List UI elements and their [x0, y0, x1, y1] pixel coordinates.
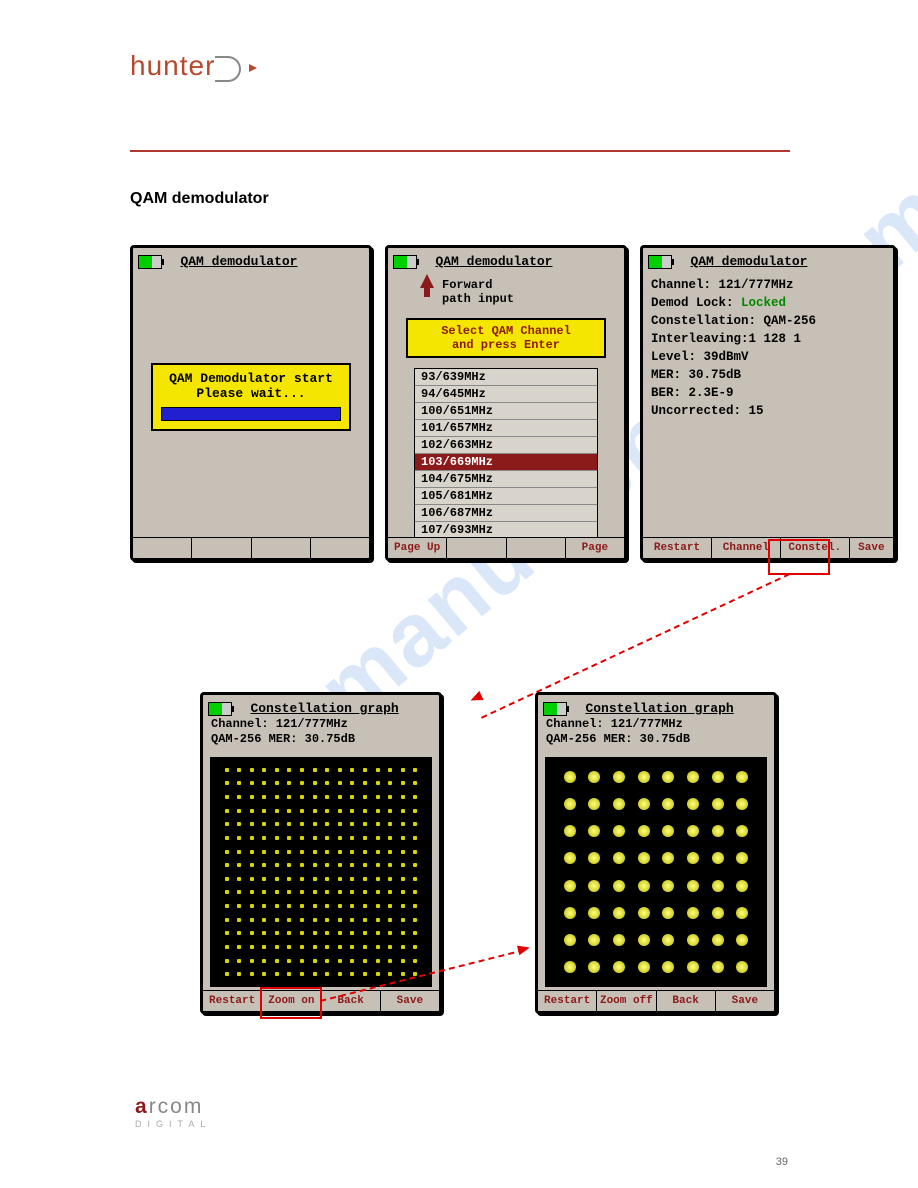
- channel-item[interactable]: 94/645MHz: [415, 386, 597, 403]
- softkey-save[interactable]: Save: [716, 991, 774, 1011]
- softkey3[interactable]: [252, 538, 311, 558]
- softkey1[interactable]: [133, 538, 192, 558]
- channel-item[interactable]: 105/681MHz: [415, 488, 597, 505]
- screen-title: Constellation graph: [250, 701, 398, 716]
- constellation-info: Channel: 121/777MHz QAM-256 MER: 30.75dB: [546, 717, 690, 747]
- constellation-grid-8: [545, 757, 767, 987]
- softkey2[interactable]: [447, 538, 506, 558]
- arrow-head-icon: [517, 943, 531, 956]
- screen-title: QAM demodulator: [180, 254, 297, 269]
- screen-channel-select: QAM demodulator Forward path input Selec…: [385, 245, 627, 561]
- stat-channel: Channel: 121/777MHz: [651, 276, 885, 294]
- wait-line1: QAM Demodulator start: [157, 371, 345, 386]
- stat-uncorrected: Uncorrected: 15: [651, 402, 885, 420]
- page-number: 39: [776, 1156, 788, 1168]
- channel-item[interactable]: 106/687MHz: [415, 505, 597, 522]
- battery-icon: [648, 255, 672, 269]
- hunter-logo: hunter: [130, 50, 251, 82]
- stat-mer: MER: 30.75dB: [651, 366, 885, 384]
- channel-item[interactable]: 102/663MHz: [415, 437, 597, 454]
- channel-item[interactable]: 93/639MHz: [415, 369, 597, 386]
- softkey-save[interactable]: Save: [850, 538, 893, 558]
- section-title: QAM demodulator: [130, 190, 269, 208]
- select-prompt: Select QAM Channel and press Enter: [406, 318, 606, 358]
- softkey-back[interactable]: Back: [657, 991, 716, 1011]
- constellation-grid-16: [210, 757, 432, 987]
- softkey-save[interactable]: Save: [381, 991, 439, 1011]
- battery-icon: [543, 702, 567, 716]
- stat-interleaving: Interleaving:1 128 1: [651, 330, 885, 348]
- stat-level: Level: 39dBmV: [651, 348, 885, 366]
- screen-title: QAM demodulator: [435, 254, 552, 269]
- softkey-bar: Restart Zoom off Back Save: [538, 990, 774, 1011]
- softkey-bar: Page Up Page Down: [388, 537, 624, 558]
- channel-item[interactable]: 100/651MHz: [415, 403, 597, 420]
- stat-demod-lock: Demod Lock: Locked: [651, 294, 885, 312]
- battery-icon: [208, 702, 232, 716]
- channel-item[interactable]: 103/669MHz: [415, 454, 597, 471]
- constellation-info: Channel: 121/777MHz QAM-256 MER: 30.75dB: [211, 717, 355, 747]
- arrow-up-icon: [420, 274, 434, 288]
- wait-dialog: QAM Demodulator start Please wait...: [151, 363, 351, 431]
- softkey4[interactable]: [311, 538, 369, 558]
- channel-item[interactable]: 104/675MHz: [415, 471, 597, 488]
- forward-input-label: Forward path input: [442, 278, 514, 306]
- softkey2[interactable]: [192, 538, 251, 558]
- screen-qam-stats: QAM demodulator Channel: 121/777MHz Demo…: [640, 245, 896, 561]
- highlight-zoom-button: [260, 987, 322, 1019]
- softkey-pageup[interactable]: Page Up: [388, 538, 447, 558]
- softkey-pagedown[interactable]: Page Down: [566, 538, 624, 558]
- channel-item[interactable]: 101/657MHz: [415, 420, 597, 437]
- channel-item[interactable]: 107/693MHz: [415, 522, 597, 538]
- softkey-bar: [133, 537, 369, 558]
- stats-block: Channel: 121/777MHz Demod Lock: Locked C…: [651, 276, 885, 420]
- screen-title: QAM demodulator: [690, 254, 807, 269]
- stat-ber: BER: 2.3E-9: [651, 384, 885, 402]
- arrow-head-icon: [468, 691, 483, 705]
- screen-qam-start: QAM demodulator QAM Demodulator start Pl…: [130, 245, 372, 561]
- softkey-restart[interactable]: Restart: [643, 538, 712, 558]
- screen-title: Constellation graph: [585, 701, 733, 716]
- screen-constellation-8: Constellation graph Channel: 121/777MHz …: [535, 692, 777, 1014]
- softkey-restart[interactable]: Restart: [203, 991, 262, 1011]
- swoosh-icon: [215, 54, 251, 82]
- softkey-restart[interactable]: Restart: [538, 991, 597, 1011]
- battery-icon: [393, 255, 417, 269]
- stat-constellation: Constellation: QAM-256: [651, 312, 885, 330]
- softkey-zoom-off[interactable]: Zoom off: [597, 991, 656, 1011]
- highlight-constel-button: [768, 539, 830, 575]
- screen-constellation-16: Constellation graph Channel: 121/777MHz …: [200, 692, 442, 1014]
- wait-line2: Please wait...: [157, 386, 345, 401]
- arcom-logo: arcom DIGITAL: [135, 1095, 215, 1129]
- channel-list[interactable]: 93/639MHz94/645MHz100/651MHz101/657MHz10…: [414, 368, 598, 539]
- divider: [130, 150, 790, 152]
- progress-bar: [161, 407, 341, 421]
- battery-icon: [138, 255, 162, 269]
- softkey3[interactable]: [507, 538, 566, 558]
